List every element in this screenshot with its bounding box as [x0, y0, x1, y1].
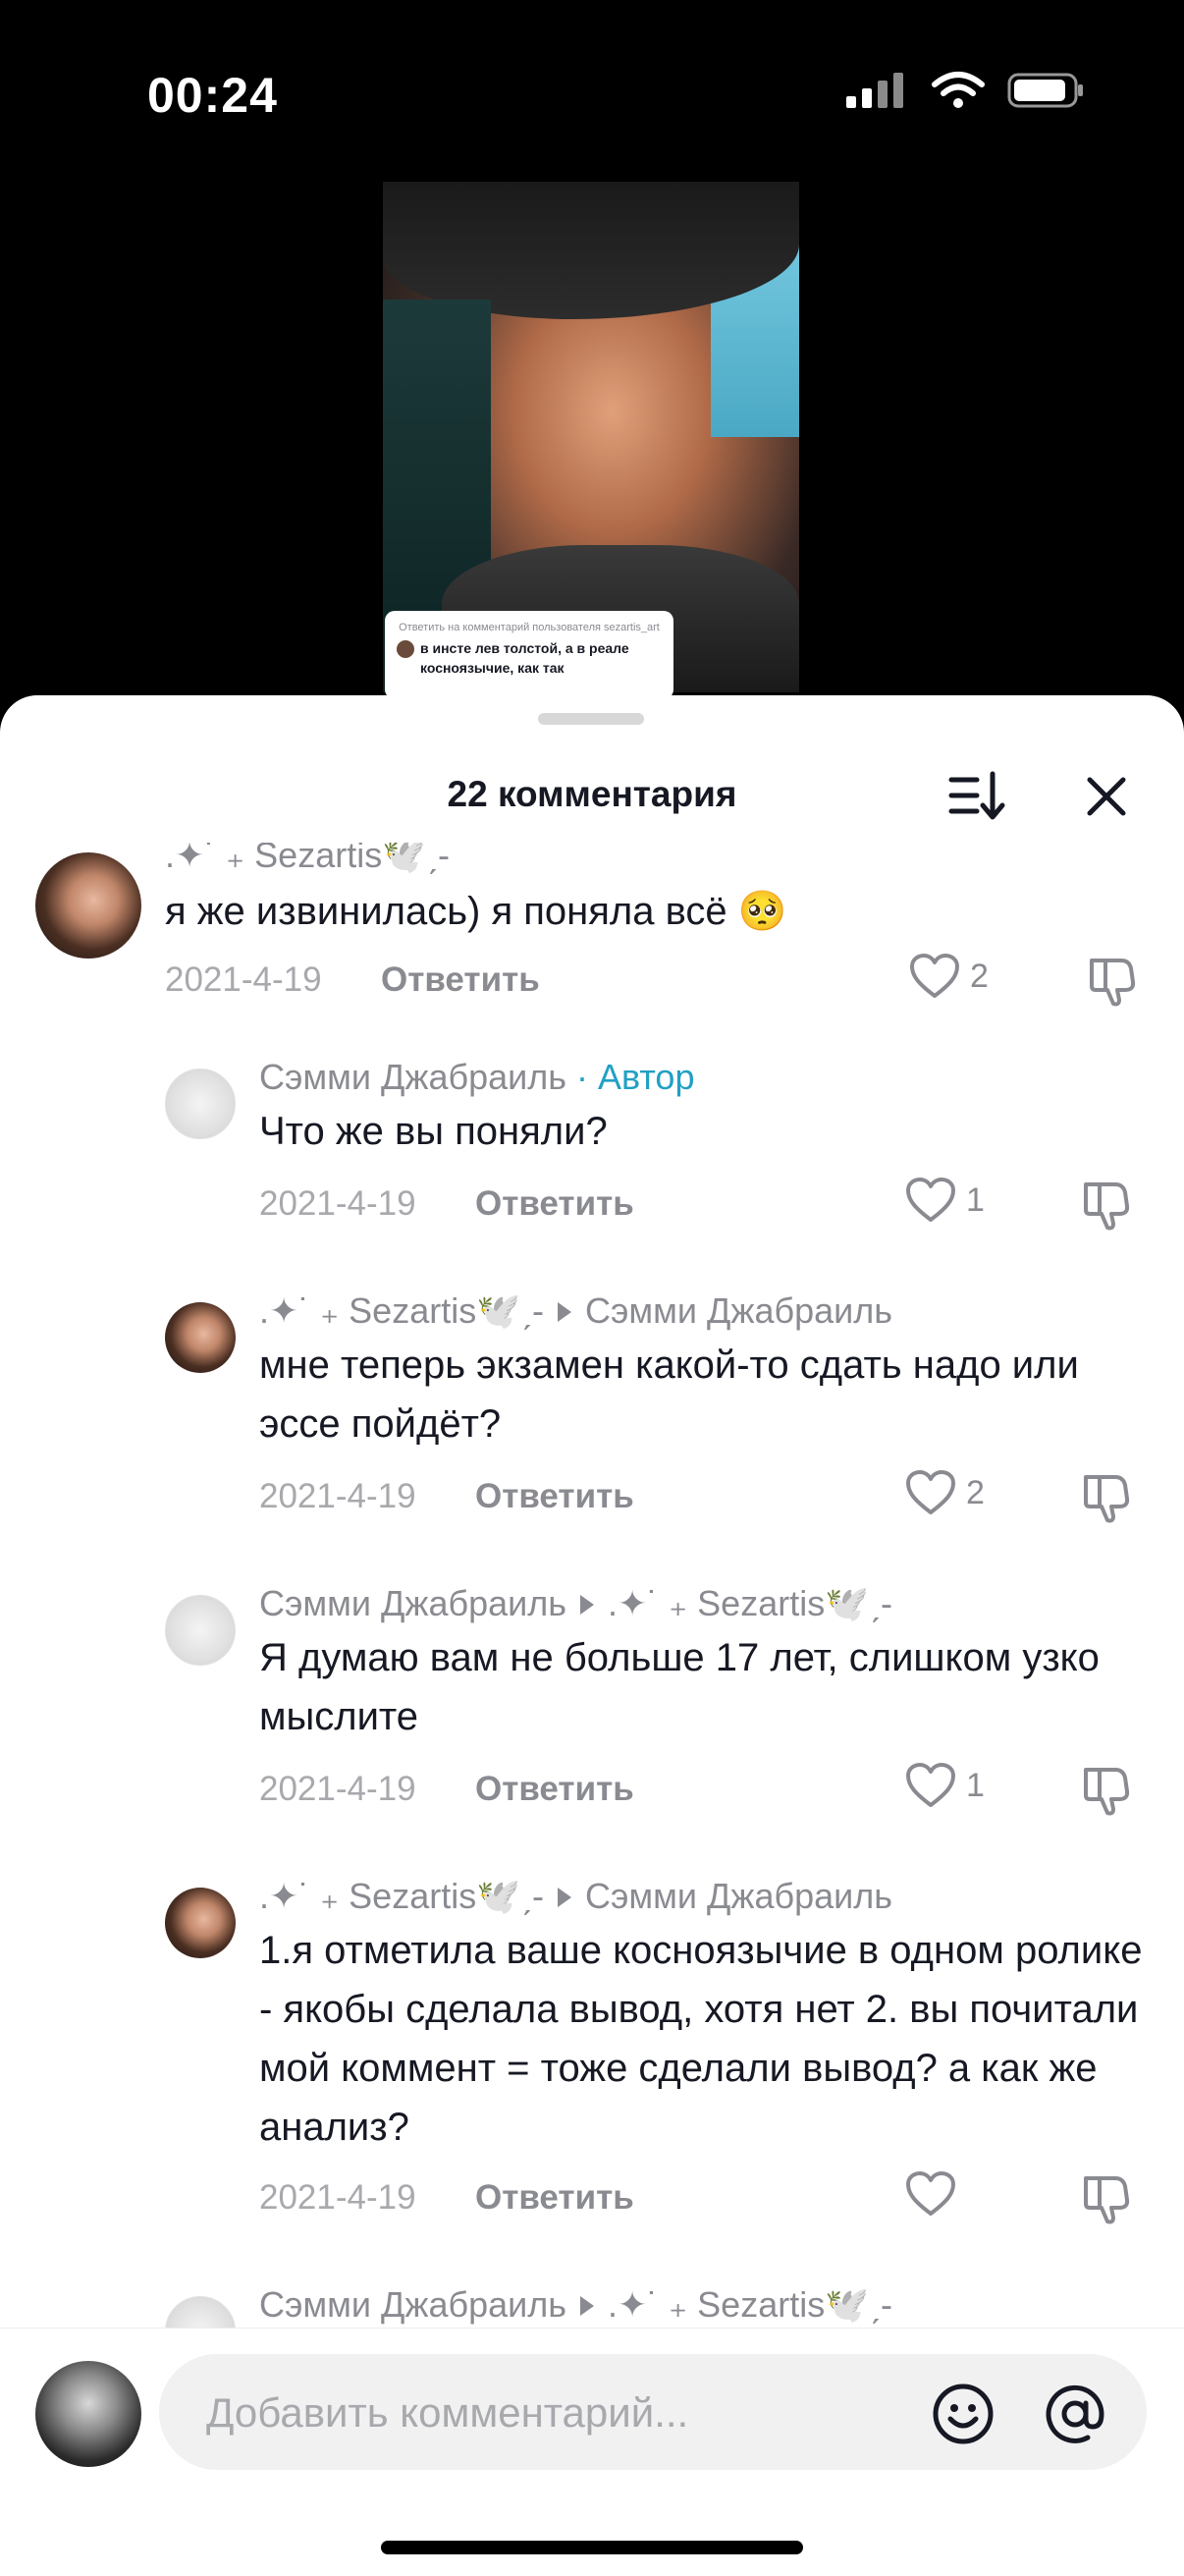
my-avatar[interactable] [35, 2361, 141, 2467]
comments-sheet: 22 комментария .✦˙ ₊ Sezartis🕊️ˏ- я же и… [0, 695, 1184, 2575]
like-button[interactable] [905, 2170, 966, 2218]
cellular-signal-icon [846, 73, 903, 108]
comment-input[interactable]: Добавить комментарий... [159, 2354, 1147, 2470]
comment-author-name[interactable]: .✦˙ ₊ Sezartis🕊️ˏ- [259, 1290, 544, 1331]
comment-author[interactable]: .✦˙ ₊ Sezartis🕊️ˏ- Сэмми Джабраиль [259, 1290, 892, 1332]
comment-input-placeholder: Добавить комментарий... [206, 2389, 689, 2436]
reply-sticker-avatar [397, 640, 414, 658]
comment-text: мне теперь экзамен какой-то сдать надо и… [259, 1343, 1079, 1446]
dislike-icon[interactable] [1080, 1762, 1135, 1817]
comment-text: я же извинилась) я поняла всё 🥺 [165, 890, 787, 933]
comment-author-name[interactable]: Сэмми Джабраиль [259, 1057, 566, 1097]
avatar[interactable] [165, 1888, 236, 1958]
reply-to-name[interactable]: Сэмми Джабраиль [585, 1876, 892, 1916]
reply-arrow-icon [580, 2296, 594, 2317]
emoji-icon[interactable] [931, 2382, 996, 2446]
comment-item: Сэмми Джабраиль .✦˙ ₊ Sezartis🕊️ˏ- Я дума… [0, 1583, 1184, 1880]
wifi-icon [932, 72, 985, 108]
reply-button[interactable]: Ответить [475, 2178, 634, 2218]
heart-icon [910, 954, 959, 998]
reply-sticker-header: Ответить на комментарий пользователя sez… [399, 622, 660, 633]
dislike-icon[interactable] [1086, 953, 1141, 1008]
close-icon[interactable] [1080, 770, 1133, 823]
comment-author[interactable]: Сэмми Джабраиль .✦˙ ₊ Sezartis🕊️ˏ- [259, 1583, 892, 1624]
comment-author[interactable]: Сэмми Джабраиль · Автор [259, 1057, 694, 1098]
comment-author-name[interactable]: Сэмми Джабраиль [259, 1583, 566, 1623]
reply-button[interactable]: Ответить [475, 1770, 634, 1809]
dislike-icon[interactable] [1080, 1177, 1135, 1232]
comment-date: 2021-4-19 [259, 1184, 416, 1223]
heart-icon [906, 1470, 955, 1514]
reply-to-name[interactable]: Сэмми Джабраиль [585, 1290, 892, 1331]
status-time: 00:24 [147, 68, 278, 123]
reply-arrow-icon [558, 1888, 572, 1908]
comment-composer: Добавить комментарий... [0, 2328, 1184, 2576]
like-button[interactable]: 2 [905, 1469, 985, 1516]
comment-date: 2021-4-19 [165, 960, 322, 999]
comment-date: 2021-4-19 [259, 1770, 416, 1808]
reply-arrow-icon [580, 1595, 594, 1616]
comment-text: Я думаю вам не больше 17 лет, слишком уз… [259, 1636, 1100, 1738]
comment-date: 2021-4-19 [259, 1477, 416, 1515]
heart-icon [906, 2171, 955, 2216]
reply-button[interactable]: Ответить [475, 1477, 634, 1516]
status-bar: 00:24 [0, 0, 1184, 167]
avatar[interactable] [35, 852, 141, 959]
mention-icon[interactable] [1043, 2382, 1107, 2446]
comment-list[interactable]: .✦˙ ₊ Sezartis🕊️ˏ- я же извинилась) я по… [0, 843, 1184, 2340]
status-icons [844, 71, 1086, 110]
comment-author-name[interactable]: Сэмми Джабраиль [259, 2284, 566, 2325]
comment-item: Сэмми Джабраиль · Автор Что же вы поняли… [0, 1057, 1184, 1294]
reply-to-name[interactable]: .✦˙ ₊ Sezartis🕊️ˏ- [608, 2284, 892, 2325]
reply-button[interactable]: Ответить [475, 1184, 634, 1224]
avatar[interactable] [165, 1302, 236, 1373]
dislike-icon[interactable] [1080, 1469, 1135, 1524]
like-count: 2 [970, 957, 989, 995]
comment-author[interactable]: .✦˙ ₊ Sezartis🕊️ˏ- [165, 843, 450, 876]
battery-icon [1007, 73, 1083, 108]
reply-arrow-icon [558, 1302, 572, 1323]
avatar[interactable] [165, 1595, 236, 1666]
like-button[interactable]: 1 [905, 1762, 985, 1809]
like-count: 1 [966, 1180, 985, 1219]
comment-author[interactable]: .✦˙ ₊ Sezartis🕊️ˏ- Сэмми Джабраиль [259, 1876, 892, 1917]
reply-sticker-text: в инсте лев толстой, а в реале косноязыч… [420, 640, 629, 676]
comment-text: 1.я отметила ваше косноязычие в одном ро… [259, 1929, 1143, 2149]
reply-to-name[interactable]: .✦˙ ₊ Sezartis🕊️ˏ- [608, 1583, 892, 1623]
comment-author-name[interactable]: .✦˙ ₊ Sezartis🕊️ˏ- [259, 1876, 544, 1916]
reply-button[interactable]: Ответить [381, 960, 540, 1000]
comment-text: Что же вы поняли? [259, 1110, 608, 1153]
heart-icon [906, 1178, 955, 1222]
heart-icon [906, 1763, 955, 1807]
comment-item: .✦˙ ₊ Sezartis🕊️ˏ- я же извинилась) я по… [0, 843, 1184, 1029]
avatar[interactable] [165, 1069, 236, 1139]
like-button[interactable]: 2 [909, 953, 989, 1000]
like-button[interactable]: 1 [905, 1177, 985, 1224]
comment-date: 2021-4-19 [259, 2178, 416, 2217]
author-badge: · Автор [576, 1057, 695, 1097]
like-count: 1 [966, 1766, 985, 1804]
comment-item: .✦˙ ₊ Sezartis🕊️ˏ- Сэмми Джабраиль мне те… [0, 1290, 1184, 1587]
dislike-icon[interactable] [1080, 2170, 1135, 2225]
comments-count-title: 22 комментария [447, 774, 737, 814]
sort-icon[interactable] [947, 766, 1006, 825]
home-indicator[interactable] [381, 2541, 803, 2554]
video-reply-sticker: Ответить на комментарий пользователя sez… [385, 611, 673, 699]
reply-sticker-body: в инсте лев толстой, а в реале косноязыч… [397, 638, 662, 678]
like-count: 2 [966, 1473, 985, 1511]
comment-item: .✦˙ ₊ Sezartis🕊️ˏ- Сэмми Джабраиль 1.я от… [0, 1876, 1184, 2290]
comment-author[interactable]: Сэмми Джабраиль .✦˙ ₊ Sezartis🕊️ˏ- [259, 2284, 892, 2326]
drag-handle[interactable] [538, 713, 644, 725]
